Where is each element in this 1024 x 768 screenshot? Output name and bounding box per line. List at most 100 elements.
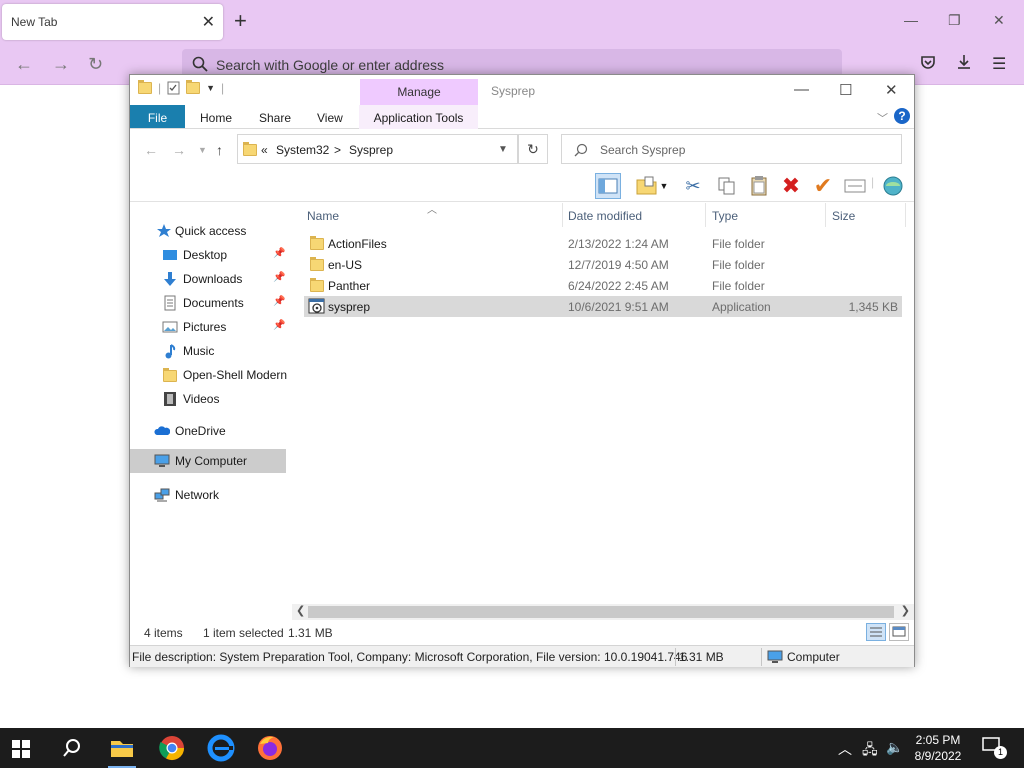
new-tab-button[interactable]: + bbox=[234, 8, 247, 34]
sidebar-item-onedrive[interactable]: OneDrive bbox=[130, 420, 286, 442]
sidebar-item-videos[interactable]: Videos bbox=[130, 388, 286, 410]
pocket-icon[interactable] bbox=[920, 54, 936, 70]
sidebar-item-my-computer[interactable]: My Computer bbox=[130, 449, 286, 473]
browser-tab-new-tab[interactable]: New Tab ✕ bbox=[2, 4, 223, 40]
music-icon bbox=[165, 344, 176, 359]
back-arrow-icon[interactable]: ← bbox=[15, 54, 33, 75]
column-divider[interactable] bbox=[905, 203, 906, 227]
recent-locations-icon[interactable]: ▼ bbox=[198, 145, 207, 155]
delete-icon[interactable]: ✖ bbox=[778, 173, 804, 199]
maximize-icon[interactable]: ☐ bbox=[839, 81, 852, 99]
rename-icon[interactable] bbox=[842, 173, 868, 199]
column-divider[interactable] bbox=[825, 203, 826, 227]
tab-close-icon[interactable]: ✕ bbox=[202, 12, 215, 32]
column-header-name[interactable]: Name bbox=[307, 209, 339, 223]
sidebar-item-downloads[interactable]: Downloads 📌 bbox=[130, 268, 286, 290]
tab-view[interactable]: View bbox=[317, 111, 343, 125]
file-name: ActionFiles bbox=[328, 237, 387, 251]
up-arrow-icon[interactable]: ↑ bbox=[216, 142, 223, 158]
address-dropdown-icon[interactable]: ▼ bbox=[498, 144, 508, 155]
column-divider[interactable] bbox=[562, 203, 563, 227]
tab-application-tools[interactable]: Application Tools bbox=[359, 105, 478, 129]
breadcrumb-separator[interactable]: > bbox=[334, 143, 341, 157]
tab-home[interactable]: Home bbox=[200, 111, 232, 125]
restore-icon[interactable]: ❐ bbox=[948, 12, 961, 29]
action-center-icon[interactable]: 1 bbox=[982, 736, 1008, 760]
file-name: Panther bbox=[328, 279, 371, 293]
table-row-selected[interactable]: sysprep 10/6/2021 9:51 AM Application 1,… bbox=[304, 296, 902, 317]
pin-icon[interactable]: 📌 bbox=[273, 272, 285, 283]
sidebar-item-network[interactable]: Network bbox=[130, 484, 286, 506]
new-item-button[interactable] bbox=[634, 173, 660, 199]
scroll-right-icon[interactable]: ❯ bbox=[901, 604, 910, 617]
firefox-icon[interactable] bbox=[256, 734, 284, 762]
sidebar-item-music[interactable]: Music bbox=[130, 340, 286, 362]
new-folder-icon[interactable] bbox=[186, 80, 201, 94]
scrollbar-thumb[interactable] bbox=[308, 606, 894, 618]
clock[interactable]: 2:05 PM 8/9/2022 bbox=[902, 732, 974, 764]
download-icon[interactable] bbox=[956, 54, 972, 70]
refresh-button[interactable]: ↻ bbox=[518, 134, 548, 164]
address-bar[interactable]: « System32 > Sysprep ▼ bbox=[237, 134, 518, 164]
search-input[interactable]: Search Sysprep bbox=[561, 134, 902, 164]
cut-icon[interactable]: ✂ bbox=[680, 173, 706, 199]
copy-icon[interactable] bbox=[714, 173, 740, 199]
edge-icon[interactable] bbox=[207, 734, 235, 762]
sidebar-item-desktop[interactable]: Desktop 📌 bbox=[130, 244, 286, 266]
table-row[interactable]: en-US 12/7/2019 4:50 AM File folder bbox=[304, 254, 902, 275]
preview-pane-button[interactable] bbox=[595, 173, 621, 199]
column-header-date[interactable]: Date modified bbox=[568, 209, 642, 223]
chrome-icon[interactable] bbox=[158, 734, 186, 762]
column-header-type[interactable]: Type bbox=[712, 209, 738, 223]
breadcrumb-system32[interactable]: System32 bbox=[276, 143, 329, 157]
windows-start-icon[interactable] bbox=[12, 740, 30, 758]
help-icon[interactable]: ? bbox=[894, 108, 910, 124]
reload-icon[interactable]: ↻ bbox=[88, 54, 103, 75]
minimize-icon[interactable]: — bbox=[904, 12, 918, 28]
pin-icon[interactable]: 📌 bbox=[273, 248, 285, 259]
pin-icon[interactable]: 📌 bbox=[273, 296, 285, 307]
application-icon bbox=[308, 298, 325, 314]
sidebar-item-open-shell[interactable]: Open-Shell Modern bbox=[130, 364, 287, 386]
menu-icon[interactable]: ☰ bbox=[992, 54, 1006, 74]
breadcrumb-overflow[interactable]: « bbox=[261, 143, 268, 157]
close-window-icon[interactable]: ✕ bbox=[993, 12, 1005, 29]
breadcrumb-sysprep[interactable]: Sysprep bbox=[349, 143, 393, 157]
scroll-left-icon[interactable]: ❮ bbox=[296, 604, 305, 617]
sidebar-item-pictures[interactable]: Pictures 📌 bbox=[130, 316, 286, 338]
large-icons-view-button[interactable] bbox=[889, 623, 909, 641]
chevron-up-icon[interactable]: ︿ bbox=[838, 739, 852, 759]
close-icon[interactable]: ✕ bbox=[885, 81, 898, 99]
sidebar-item-documents[interactable]: Documents 📌 bbox=[130, 292, 286, 314]
forward-arrow-icon[interactable]: → bbox=[52, 54, 70, 75]
collapse-ribbon-icon[interactable]: ﹀ bbox=[877, 110, 888, 126]
file-type: File folder bbox=[712, 258, 765, 272]
network-icon[interactable]: 🖧 bbox=[862, 739, 878, 763]
back-arrow-icon[interactable]: ← bbox=[144, 142, 158, 158]
check-icon[interactable]: ✔ bbox=[810, 173, 836, 199]
column-divider[interactable] bbox=[705, 203, 706, 227]
new-item-dropdown-icon[interactable]: ▼ bbox=[658, 173, 670, 199]
volume-icon[interactable]: 🔈 bbox=[886, 739, 903, 756]
tab-share[interactable]: Share bbox=[259, 111, 291, 125]
tab-manage[interactable]: Manage bbox=[360, 79, 478, 105]
horizontal-scrollbar[interactable]: ❮ ❯ bbox=[292, 604, 914, 620]
file-description-size: 1.31 MB bbox=[679, 650, 724, 664]
sidebar-item-quick-access[interactable]: Quick access bbox=[130, 220, 286, 242]
forward-arrow-icon[interactable]: → bbox=[172, 142, 186, 158]
tab-file[interactable]: File bbox=[130, 105, 185, 128]
properties-icon[interactable] bbox=[880, 173, 906, 199]
minimize-icon[interactable]: — bbox=[794, 81, 809, 98]
videos-icon bbox=[164, 392, 176, 406]
search-icon[interactable] bbox=[62, 738, 82, 758]
table-row[interactable]: Panther 6/24/2022 2:45 AM File folder bbox=[304, 275, 902, 296]
column-header-size[interactable]: Size bbox=[832, 209, 855, 223]
paste-icon[interactable] bbox=[746, 173, 772, 199]
properties-icon[interactable] bbox=[167, 81, 180, 95]
customize-qat-icon[interactable]: ▼ bbox=[206, 83, 215, 93]
file-explorer-taskbar-icon[interactable] bbox=[108, 734, 136, 768]
details-view-button[interactable] bbox=[866, 623, 886, 641]
file-description: File description: System Preparation Too… bbox=[132, 650, 688, 664]
table-row[interactable]: ActionFiles 2/13/2022 1:24 AM File folde… bbox=[304, 233, 902, 254]
pin-icon[interactable]: 📌 bbox=[273, 320, 285, 331]
